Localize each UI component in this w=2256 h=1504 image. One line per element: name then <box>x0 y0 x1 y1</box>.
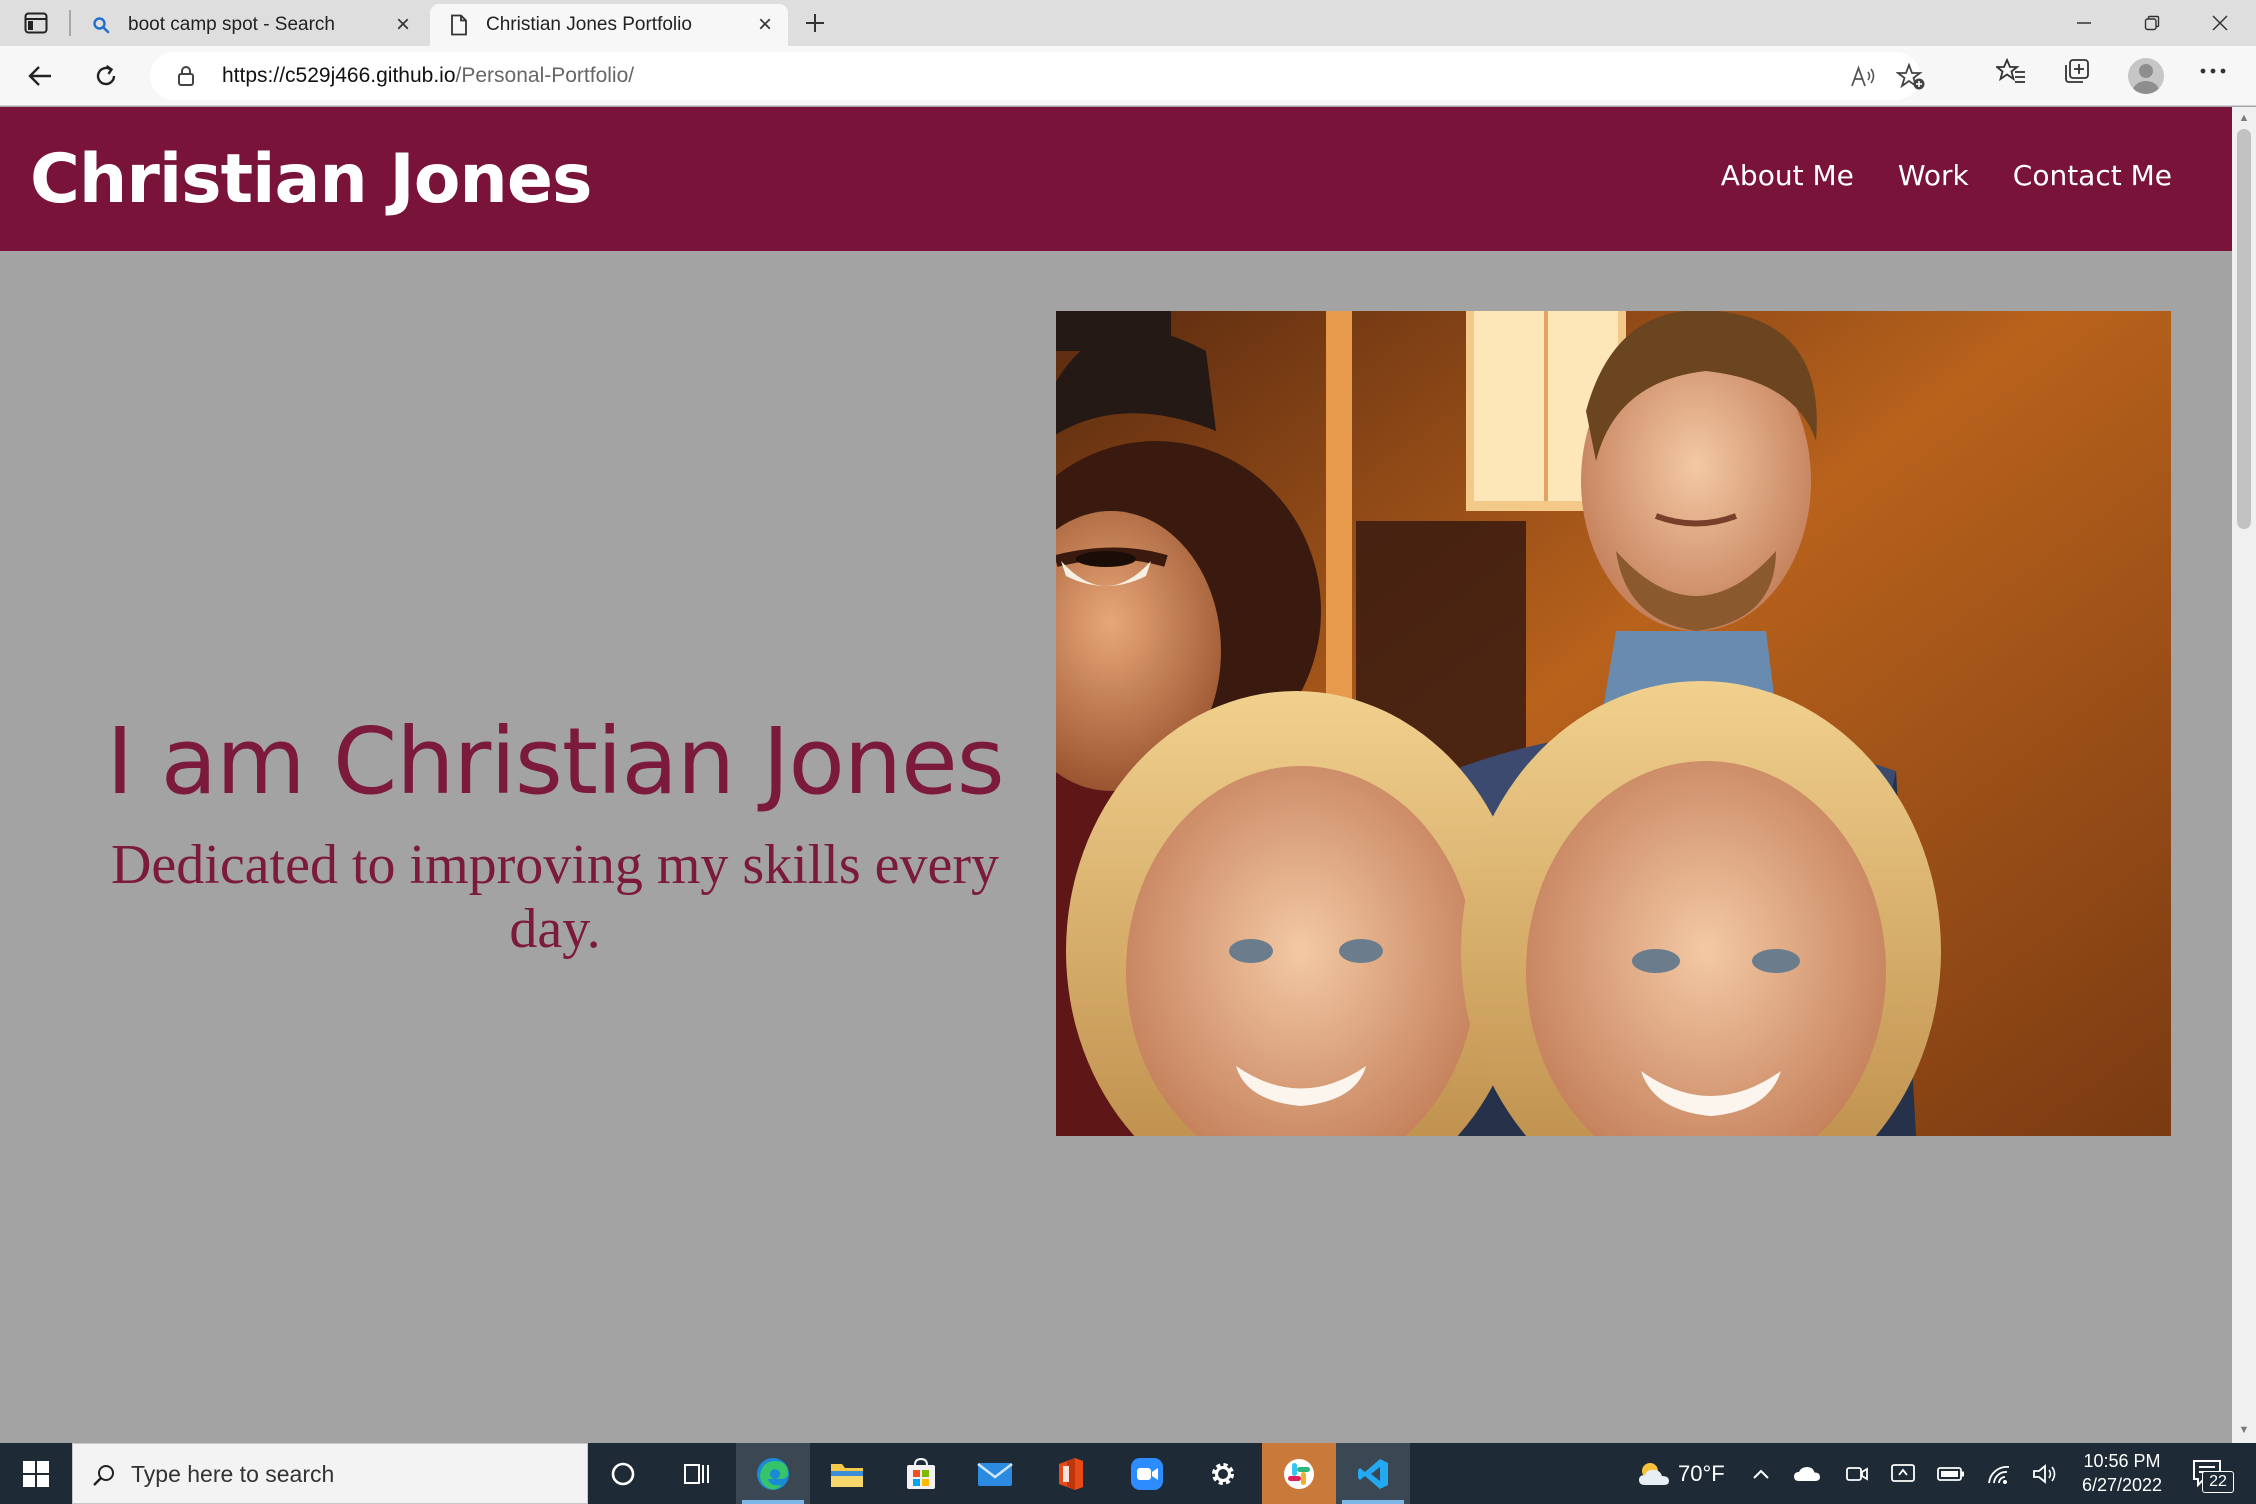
taskbar-clock[interactable]: 10:56 PM 6/27/2022 <box>2066 1449 2178 1497</box>
tab-portfolio[interactable]: Christian Jones Portfolio × <box>430 4 788 46</box>
chevron-up-icon[interactable] <box>1744 1443 1778 1504</box>
browser-toolbar: https://c529j466.github.io/Personal-Port… <box>0 46 2256 106</box>
windows-start-icon[interactable] <box>0 1443 72 1504</box>
site-nav: About Me Work Contact Me <box>1721 159 2172 193</box>
tab-search[interactable]: boot camp spot - Search × <box>72 4 426 46</box>
close-tab-icon[interactable]: × <box>752 11 778 38</box>
scroll-up-icon[interactable]: ▲ <box>2237 111 2251 125</box>
edge-browser-icon[interactable] <box>736 1443 810 1504</box>
url-domain: https://c529j466.github.io <box>222 64 456 87</box>
close-tab-icon[interactable]: × <box>390 11 416 38</box>
url-text[interactable]: https://c529j466.github.io/Personal-Port… <box>222 64 634 88</box>
zoom-icon[interactable] <box>1110 1443 1184 1504</box>
intro-section: I am Christian Jones Dedicated to improv… <box>90 707 1020 961</box>
meet-now-icon[interactable] <box>1840 1443 1874 1504</box>
page-viewport: Christian Jones About Me Work Contact Me… <box>0 107 2232 1443</box>
mail-icon[interactable] <box>958 1443 1032 1504</box>
settings-gear-icon[interactable] <box>1186 1443 1260 1504</box>
nav-link-about[interactable]: About Me <box>1721 159 1854 193</box>
tab-title: Christian Jones Portfolio <box>486 14 692 35</box>
wifi-icon[interactable] <box>1982 1443 2016 1504</box>
tab-separator <box>69 10 71 36</box>
search-icon <box>89 1460 119 1490</box>
back-arrow-icon[interactable] <box>18 54 62 98</box>
tab-title: boot camp spot - Search <box>128 14 335 35</box>
tab-actions-icon[interactable] <box>14 9 58 37</box>
nav-link-work[interactable]: Work <box>1898 159 1969 193</box>
weather-temperature[interactable]: 70°F <box>1678 1461 1725 1487</box>
taskbar-search-box[interactable]: Type here to search <box>72 1443 588 1504</box>
site-header: Christian Jones About Me Work Contact Me <box>0 107 2232 251</box>
clock-date: 6/27/2022 <box>2081 1475 2163 1495</box>
collections-icon[interactable] <box>2060 54 2094 88</box>
device-sync-icon[interactable] <box>1886 1443 1920 1504</box>
page-icon <box>448 14 470 36</box>
vscode-icon[interactable] <box>1336 1443 1410 1504</box>
vertical-scrollbar[interactable]: ▲ ▼ <box>2232 107 2256 1443</box>
onedrive-cloud-icon[interactable] <box>1790 1443 1824 1504</box>
refresh-icon[interactable] <box>84 54 128 98</box>
microsoft-store-icon[interactable] <box>884 1443 958 1504</box>
volume-icon[interactable] <box>2028 1443 2062 1504</box>
notification-count-badge: 22 <box>2202 1471 2234 1493</box>
cortana-icon[interactable] <box>586 1443 660 1504</box>
group-photo-image <box>1056 311 2171 1136</box>
intro-tagline: Dedicated to improving my skills every d… <box>110 834 1000 960</box>
minimize-icon[interactable] <box>2050 0 2118 46</box>
nav-link-contact[interactable]: Contact Me <box>2013 159 2172 193</box>
slack-icon[interactable] <box>1262 1443 1336 1504</box>
browser-tab-bar: boot camp spot - Search × Christian Jone… <box>0 0 2256 46</box>
battery-icon[interactable] <box>1934 1443 1968 1504</box>
scroll-down-icon[interactable]: ▼ <box>2237 1423 2251 1437</box>
office-icon[interactable] <box>1034 1443 1108 1504</box>
close-window-icon[interactable] <box>2186 0 2254 46</box>
lock-icon[interactable] <box>174 64 198 88</box>
search-placeholder: Type here to search <box>131 1461 335 1487</box>
clock-time: 10:56 PM <box>2083 1451 2161 1471</box>
windows-taskbar: Type here to search 70°F 10:56 PM 6/27/2… <box>0 1443 2256 1504</box>
scrollbar-thumb[interactable] <box>2237 129 2251 529</box>
intro-heading: I am Christian Jones <box>106 708 1004 815</box>
favorites-icon[interactable] <box>1994 54 2028 88</box>
search-icon <box>90 14 112 36</box>
weather-cloud-icon[interactable] <box>1632 1443 1676 1504</box>
profile-avatar[interactable] <box>2128 58 2164 94</box>
site-title: Christian Jones <box>30 140 592 219</box>
more-options-icon[interactable] <box>2196 54 2230 88</box>
task-view-icon[interactable] <box>660 1443 734 1504</box>
address-bar[interactable]: https://c529j466.github.io/Personal-Port… <box>150 52 1925 100</box>
read-aloud-icon[interactable] <box>1846 60 1880 94</box>
add-favorite-icon[interactable] <box>1894 60 1928 94</box>
new-tab-icon[interactable] <box>798 6 832 40</box>
restore-icon[interactable] <box>2118 0 2186 46</box>
url-path: /Personal-Portfolio/ <box>455 64 635 87</box>
file-explorer-icon[interactable] <box>810 1443 884 1504</box>
